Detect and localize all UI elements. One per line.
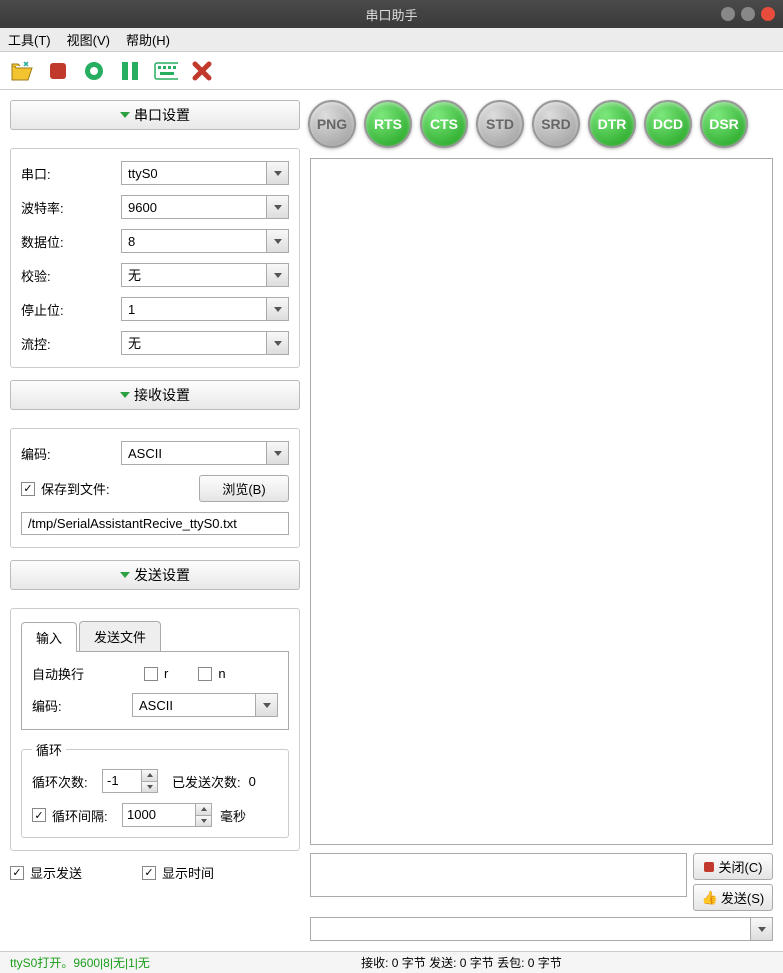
receive-log-area[interactable] [310, 158, 773, 845]
tab-send-file[interactable]: 发送文件 [79, 621, 161, 651]
send-section-body: 输入 发送文件 自动换行 r n 编码: ASCII 循环 [10, 608, 300, 851]
show-send-label: 显示发送 [30, 863, 82, 882]
stopbits-combo[interactable]: 1 [121, 297, 289, 321]
recv-encoding-combo[interactable]: ASCII [121, 441, 289, 465]
show-time-label: 显示时间 [162, 863, 214, 882]
chevron-down-icon [120, 392, 130, 398]
show-time-checkbox[interactable] [142, 866, 156, 880]
chevron-down-icon [120, 112, 130, 118]
titlebar: 串口助手 [0, 0, 783, 28]
port-combo[interactable]: ttyS0 [121, 161, 289, 185]
main-area: 串口设置 串口: ttyS0 波特率: 9600 数据位: 8 校验: 无 停止… [0, 90, 783, 951]
indicator-dtr[interactable]: DTR [588, 100, 636, 148]
send-tabs: 输入 发送文件 [21, 621, 289, 652]
keyboard-icon[interactable] [154, 59, 178, 83]
r-checkbox[interactable] [144, 667, 158, 681]
left-panel: 串口设置 串口: ttyS0 波特率: 9600 数据位: 8 校验: 无 停止… [0, 90, 310, 951]
parity-label: 校验: [21, 266, 121, 285]
right-panel: PNG RTS CTS STD SRD DTR DCD DSR 关闭(C) 👍发… [310, 90, 783, 951]
send-section-title: 发送设置 [134, 565, 190, 585]
flow-label: 流控: [21, 334, 121, 353]
receive-section-body: 编码: ASCII 保存到文件: 浏览(B) [10, 428, 300, 548]
loop-count-spinner[interactable]: -1 [102, 769, 158, 793]
open-icon[interactable] [10, 59, 34, 83]
flow-combo[interactable]: 无 [121, 331, 289, 355]
serial-section-body: 串口: ttyS0 波特率: 9600 数据位: 8 校验: 无 停止位: 1 … [10, 148, 300, 368]
stop-icon[interactable] [46, 59, 70, 83]
toolbar [0, 52, 783, 90]
send-button[interactable]: 👍发送(S) [693, 884, 773, 911]
indicator-dsr[interactable]: DSR [700, 100, 748, 148]
statusbar: ttyS0打开。9600|8|无|1|无 接收: 0 字节 发送: 0 字节 丢… [0, 951, 783, 973]
stopbits-label: 停止位: [21, 300, 121, 319]
chevron-down-icon [120, 572, 130, 578]
loop-interval-checkbox[interactable] [32, 808, 46, 822]
n-label: n [218, 666, 225, 681]
send-section-header[interactable]: 发送设置 [10, 560, 300, 590]
show-send-checkbox[interactable] [10, 866, 24, 880]
send-encoding-label: 编码: [32, 696, 132, 715]
browse-button[interactable]: 浏览(B) [199, 475, 289, 502]
menu-view[interactable]: 视图(V) [67, 30, 110, 49]
send-history-combo[interactable] [310, 917, 773, 941]
receive-section-title: 接收设置 [134, 385, 190, 405]
indicator-dcd[interactable]: DCD [644, 100, 692, 148]
indicator-rts[interactable]: RTS [364, 100, 412, 148]
menu-tools[interactable]: 工具(T) [8, 30, 51, 49]
sent-count-label: 已发送次数: [172, 772, 241, 791]
status-left: ttyS0打开。9600|8|无|1|无 [10, 954, 150, 971]
loop-fieldset: 循环 循环次数: -1 已发送次数: 0 循环间隔: 1000 毫秒 [21, 740, 289, 838]
serial-section-header[interactable]: 串口设置 [10, 100, 300, 130]
tab-input-content: 自动换行 r n 编码: ASCII [21, 652, 289, 730]
databits-combo[interactable]: 8 [121, 229, 289, 253]
status-center: 接收: 0 字节 发送: 0 字节 丢包: 0 字节 [150, 954, 773, 971]
close-port-button[interactable]: 关闭(C) [693, 853, 773, 880]
filepath-input[interactable] [21, 512, 289, 535]
autowrap-label: 自动换行 [32, 664, 132, 683]
r-label: r [164, 666, 168, 681]
tab-input[interactable]: 输入 [21, 622, 77, 652]
port-label: 串口: [21, 164, 121, 183]
parity-combo[interactable]: 无 [121, 263, 289, 287]
sent-count-value: 0 [249, 774, 256, 789]
indicator-png[interactable]: PNG [308, 100, 356, 148]
receive-section-header[interactable]: 接收设置 [10, 380, 300, 410]
record-icon[interactable] [82, 59, 106, 83]
menubar: 工具(T) 视图(V) 帮助(H) [0, 28, 783, 52]
baud-label: 波特率: [21, 198, 121, 217]
send-textarea[interactable] [310, 853, 687, 897]
indicator-srd[interactable]: SRD [532, 100, 580, 148]
serial-section-title: 串口设置 [134, 105, 190, 125]
bottom-send-row: 关闭(C) 👍发送(S) [310, 853, 773, 911]
send-encoding-combo[interactable]: ASCII [132, 693, 278, 717]
n-checkbox[interactable] [198, 667, 212, 681]
window-controls [721, 7, 775, 21]
save-to-file-label: 保存到文件: [41, 479, 110, 498]
close-window-button[interactable] [761, 7, 775, 21]
databits-label: 数据位: [21, 232, 121, 251]
minimize-button[interactable] [721, 7, 735, 21]
loop-count-label: 循环次数: [32, 772, 102, 791]
recv-encoding-label: 编码: [21, 444, 121, 463]
menu-help[interactable]: 帮助(H) [126, 30, 170, 49]
pause-icon[interactable] [118, 59, 142, 83]
loop-interval-spinner[interactable]: 1000 [122, 803, 212, 827]
window-title: 串口助手 [365, 5, 417, 24]
loop-interval-label: 循环间隔: [52, 806, 108, 825]
loop-legend: 循环 [32, 740, 66, 759]
maximize-button[interactable] [741, 7, 755, 21]
delete-icon[interactable] [190, 59, 214, 83]
indicator-cts[interactable]: CTS [420, 100, 468, 148]
indicator-std[interactable]: STD [476, 100, 524, 148]
save-to-file-checkbox[interactable] [21, 482, 35, 496]
indicator-row: PNG RTS CTS STD SRD DTR DCD DSR [308, 100, 773, 148]
baud-combo[interactable]: 9600 [121, 195, 289, 219]
loop-interval-unit: 毫秒 [220, 806, 246, 825]
